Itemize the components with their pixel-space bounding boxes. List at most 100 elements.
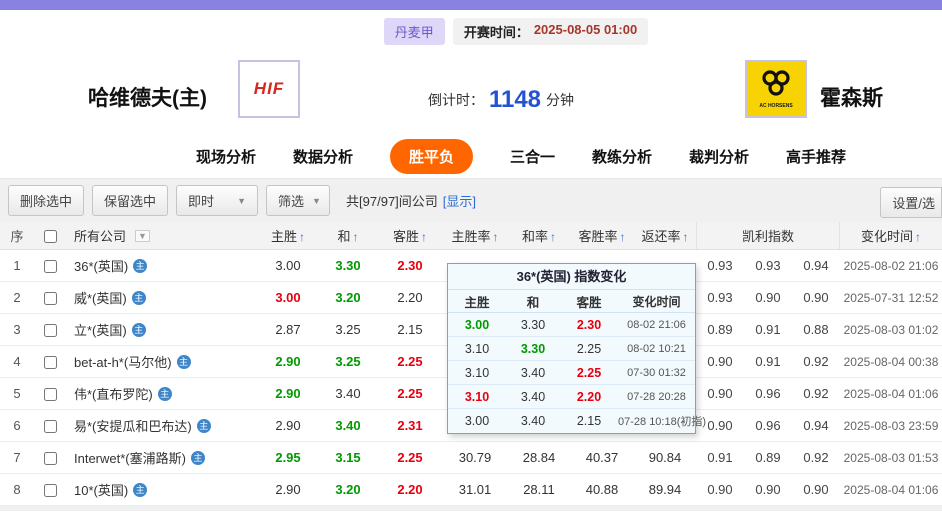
home-odds: 3.00 — [275, 258, 301, 273]
company-badge-icon[interactable]: 主 — [157, 386, 172, 401]
sort-asc-icon[interactable]: ↑ — [421, 230, 427, 244]
header-home-rate[interactable]: 主胜率 ↑ — [442, 226, 508, 245]
row-checkbox[interactable] — [43, 420, 57, 434]
draw-odds: 3.25 — [335, 322, 361, 337]
countdown-label: 倒计时： — [427, 92, 484, 108]
header-home-odds-label: 主胜 — [270, 229, 297, 244]
sort-asc-icon[interactable]: ↑ — [915, 230, 921, 244]
popup-away-odds: 2.25 — [576, 365, 602, 380]
change-time: 2025-08-04 01:06 — [843, 386, 939, 401]
company-cell[interactable]: bet-at-h*(马尔他) 主 — [66, 352, 258, 371]
header-away-odds-label: 客胜 — [392, 229, 419, 244]
company-badge-icon[interactable]: 主 — [131, 322, 146, 337]
sort-asc-icon[interactable]: ↑ — [299, 230, 305, 244]
league-badge[interactable]: 丹麦甲 — [383, 18, 445, 45]
start-time-label: 开赛时间： — [463, 25, 529, 40]
popup-row: 3.10 3.40 2.25 07-30 01:32 — [448, 361, 695, 385]
header-away-rate[interactable]: 客胜率 ↑ — [570, 226, 634, 245]
company-name: 伟*(直布罗陀) — [74, 387, 153, 402]
company-cell[interactable]: 10*(英国) 主 — [66, 480, 258, 499]
sort-asc-icon[interactable]: ↑ — [493, 230, 499, 244]
tab-expert-picks[interactable]: 高手推荐 — [786, 146, 846, 167]
away-odds: 2.25 — [397, 386, 423, 401]
company-cell[interactable]: 立*(英国) 主 — [66, 320, 258, 339]
start-time-value: 2025-08-05 01:00 — [533, 22, 638, 37]
tab-coach-analysis[interactable]: 教练分析 — [592, 146, 652, 167]
home-rate: 30.79 — [458, 450, 492, 465]
away-odds: 2.31 — [397, 418, 423, 433]
company-badge-icon[interactable]: 主 — [133, 258, 148, 273]
sort-asc-icon[interactable]: ↑ — [683, 230, 689, 244]
popup-draw-odds: 3.30 — [520, 341, 546, 356]
home-odds: 3.00 — [275, 290, 301, 305]
kelly-home: 0.90 — [707, 482, 733, 497]
header-draw-rate[interactable]: 和率 ↑ — [508, 226, 570, 245]
company-cell[interactable]: 威*(英国) 主 — [66, 288, 258, 307]
row-checkbox[interactable] — [43, 324, 57, 338]
company-badge-icon[interactable]: 主 — [133, 482, 148, 497]
instant-dropdown-label: 即时 — [188, 194, 215, 209]
company-badge-icon[interactable]: 主 — [196, 418, 211, 433]
company-cell[interactable]: Interwet*(塞浦路斯) 主 — [66, 448, 258, 467]
sort-asc-icon[interactable]: ↑ — [620, 230, 626, 244]
header-draw-odds-label: 和 — [337, 229, 351, 244]
sort-asc-icon[interactable]: ↑ — [550, 230, 556, 244]
company-cell[interactable]: 36*(英国) 主 — [66, 256, 258, 275]
change-time: 2025-08-03 01:02 — [843, 322, 939, 337]
header-company[interactable]: 所有公司 ▼ — [66, 226, 258, 245]
away-team-name: 霍森斯 — [820, 87, 883, 110]
table-row[interactable]: 7 Interwet*(塞浦路斯) 主 2.95 3.15 2.25 30.79 … — [0, 442, 942, 474]
table-row[interactable]: 8 10*(英国) 主 2.90 3.20 2.20 31.01 28.11 40… — [0, 474, 942, 506]
row-checkbox[interactable] — [43, 452, 57, 466]
filter-dropdown[interactable]: 筛选 ▼ — [266, 185, 331, 216]
row-checkbox-cell — [34, 450, 66, 466]
tab-referee-analysis[interactable]: 裁判分析 — [689, 146, 749, 167]
kelly-draw: 0.91 — [755, 322, 781, 337]
header-away-odds[interactable]: 客胜 ↑ — [378, 226, 442, 245]
company-cell[interactable]: 易*(安提瓜和巴布达) 主 — [66, 416, 258, 435]
header-kelly: 凯利指数 — [696, 222, 840, 249]
away-odds: 2.30 — [397, 258, 423, 273]
row-checkbox[interactable] — [43, 260, 57, 274]
delete-selected-button[interactable]: 删除选中 — [8, 185, 85, 216]
kelly-draw: 0.93 — [755, 258, 781, 273]
row-checkbox-cell — [34, 258, 66, 274]
show-link[interactable]: [显示] — [443, 191, 476, 210]
tab-win-draw-lose[interactable]: 胜平负 — [389, 139, 473, 174]
company-badge-icon[interactable]: 主 — [190, 450, 205, 465]
draw-rate: 28.84 — [522, 450, 556, 465]
row-checkbox[interactable] — [43, 356, 57, 370]
tab-three-in-one[interactable]: 三合一 — [510, 146, 555, 167]
away-odds: 2.20 — [397, 290, 423, 305]
company-name: Interwet*(塞浦路斯) — [74, 451, 186, 466]
select-all-checkbox[interactable] — [43, 230, 57, 244]
return-rate: 89.94 — [648, 482, 682, 497]
home-odds: 2.90 — [275, 418, 301, 433]
company-cell[interactable]: 伟*(直布罗陀) 主 — [66, 384, 258, 403]
header-draw-odds[interactable]: 和 ↑ — [318, 226, 378, 245]
row-checkbox[interactable] — [43, 484, 57, 498]
header-return-rate[interactable]: 返还率 ↑ — [634, 226, 696, 245]
away-odds: 2.15 — [397, 322, 423, 337]
header-change-time[interactable]: 变化时间 ↑ — [840, 226, 942, 245]
popup-change-time: 07-28 20:28 — [627, 390, 686, 403]
return-rate: 90.84 — [648, 450, 682, 465]
match-header: 丹麦甲 开赛时间： 2025-08-05 01:00 哈维德夫(主) HIF 倒… — [0, 10, 942, 135]
kelly-home: 0.89 — [707, 322, 733, 337]
row-checkbox[interactable] — [43, 388, 57, 402]
keep-selected-button[interactable]: 保留选中 — [92, 185, 169, 216]
settings-button[interactable]: 设置/选 — [880, 187, 942, 218]
kelly-draw: 0.89 — [755, 450, 781, 465]
popup-header-away: 客胜 — [576, 295, 602, 310]
company-badge-icon[interactable]: 主 — [176, 354, 191, 369]
tab-live-analysis[interactable]: 现场分析 — [196, 146, 256, 167]
company-filter-icon[interactable]: ▼ — [135, 229, 150, 242]
kelly-draw: 0.90 — [755, 290, 781, 305]
company-badge-icon[interactable]: 主 — [131, 290, 146, 305]
popup-change-time: 07-30 01:32 — [627, 366, 686, 379]
sort-asc-icon[interactable]: ↑ — [353, 230, 359, 244]
header-home-odds[interactable]: 主胜 ↑ — [258, 226, 318, 245]
instant-dropdown[interactable]: 即时 ▼ — [176, 185, 259, 216]
row-checkbox[interactable] — [43, 292, 57, 306]
tab-data-analysis[interactable]: 数据分析 — [293, 146, 353, 167]
